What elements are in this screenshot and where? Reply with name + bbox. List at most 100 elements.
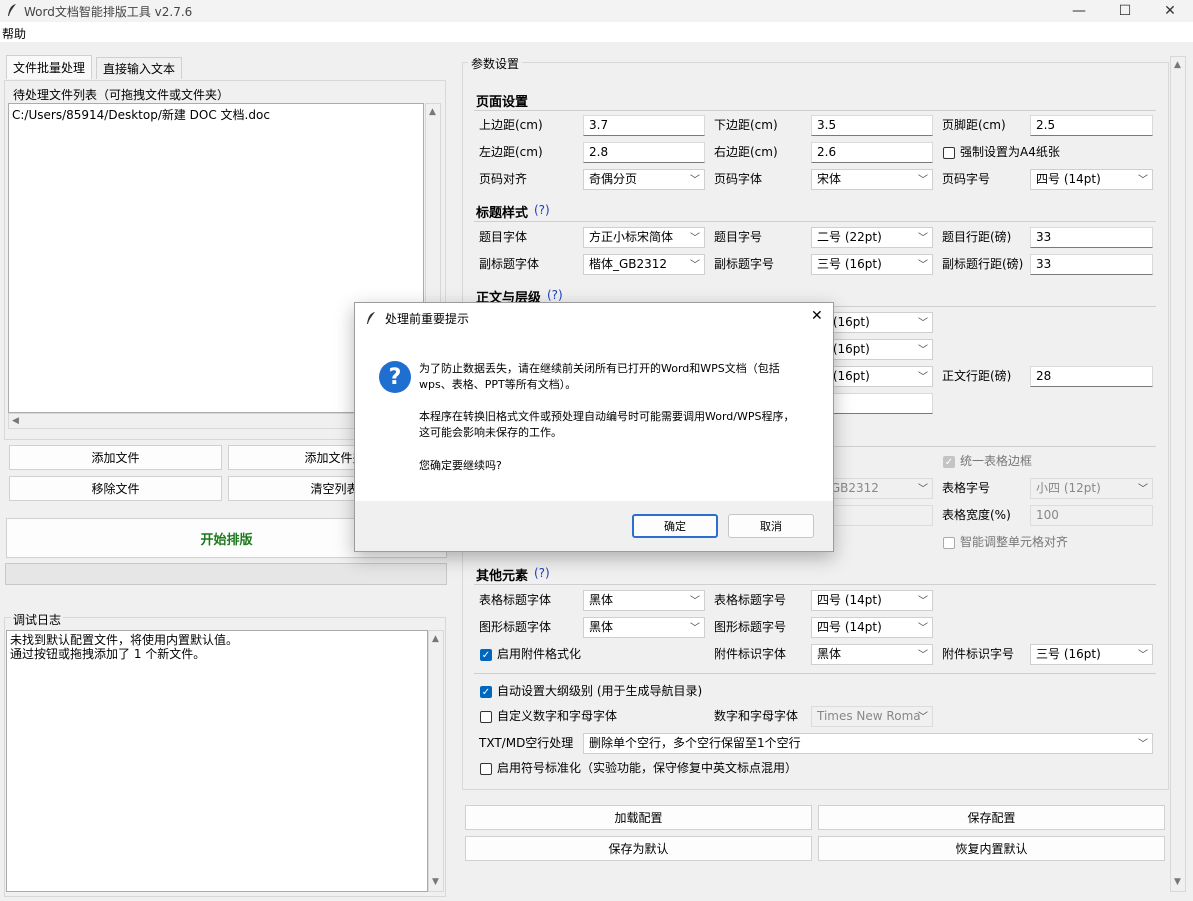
unify-border-checkbox[interactable]: ✓ xyxy=(943,456,955,468)
figure-title-font-select[interactable]: 黑体 ﹀ xyxy=(583,617,705,638)
remove-file-button[interactable]: 移除文件 xyxy=(9,476,222,501)
section-other: 其他元素 xyxy=(476,569,529,584)
chevron-down-icon: ﹀ xyxy=(918,175,928,186)
select-value: 方正小标宋简体 xyxy=(589,230,674,244)
save-config-button[interactable]: 保存配置 xyxy=(818,805,1165,830)
scroll-left-icon[interactable]: ◀ xyxy=(12,416,19,426)
feather-icon xyxy=(367,312,375,324)
load-config-button[interactable]: 加载配置 xyxy=(465,805,812,830)
left-margin-input[interactable]: 2.8 xyxy=(583,142,705,163)
page-num-font-select[interactable]: 宋体 ﹀ xyxy=(811,169,933,190)
tab-batch[interactable]: 文件批量处理 xyxy=(6,55,93,79)
minimize-icon: — xyxy=(1072,3,1086,19)
chevron-down-icon: ﹀ xyxy=(918,260,928,271)
tab-direct-input[interactable]: 直接输入文本 xyxy=(96,57,183,79)
chevron-down-icon: ﹀ xyxy=(1138,175,1148,186)
scroll-down-icon[interactable]: ▼ xyxy=(1174,877,1181,887)
close-button[interactable]: ✕ xyxy=(1147,0,1193,22)
other-help-link[interactable]: (?) xyxy=(534,566,550,580)
attachment-format-checkbox[interactable]: ✓ xyxy=(480,649,492,661)
save-default-button[interactable]: 保存为默认 xyxy=(465,836,812,861)
log-text[interactable]: 未找到默认配置文件，将使用内置默认值。 通过按钮或拖拽添加了 1 个新文件。 xyxy=(6,630,428,892)
bottom-margin-label: 下边距(cm) xyxy=(714,118,778,132)
force-a4-checkbox[interactable] xyxy=(943,147,955,159)
list-item[interactable]: C:/Users/85914/Desktop/新建 DOC 文档.doc xyxy=(12,106,420,123)
minimize-button[interactable]: — xyxy=(1056,0,1102,22)
attachment-font-label: 附件标识字体 xyxy=(714,647,787,661)
chevron-down-icon: ﹀ xyxy=(1138,739,1148,750)
right-margin-input[interactable]: 2.6 xyxy=(811,142,933,163)
section-heading: 标题样式 xyxy=(476,206,529,221)
title-font-label: 题目字体 xyxy=(479,230,528,244)
custom-alnum-checkbox[interactable] xyxy=(480,711,492,723)
page-num-size-select[interactable]: 四号 (14pt) ﹀ xyxy=(1030,169,1153,190)
select-value: 楷体_GB2312 xyxy=(589,257,668,271)
smart-align-checkbox[interactable] xyxy=(943,537,955,549)
table-width-input[interactable]: 100 xyxy=(1030,505,1153,526)
table-size-select[interactable]: 小四 (12pt) ﹀ xyxy=(1030,478,1153,499)
settings-label: 参数设置 xyxy=(468,55,523,72)
ok-button[interactable]: 确定 xyxy=(632,514,718,538)
dialog-title-bar: 处理前重要提示 ✕ xyxy=(355,303,833,333)
select-value: 奇偶分页 xyxy=(589,172,638,186)
cancel-button[interactable]: 取消 xyxy=(728,514,814,538)
blank-line-label: TXT/MD空行处理 xyxy=(479,736,574,750)
menu-bar xyxy=(0,22,1193,42)
title-spacing-input[interactable]: 33 xyxy=(1030,227,1153,248)
body-help-link[interactable]: (?) xyxy=(547,288,563,302)
divider xyxy=(474,673,1156,674)
scroll-up-icon[interactable]: ▲ xyxy=(1174,60,1181,70)
unify-border-label: 统一表格边框 xyxy=(960,454,1033,468)
select-value: Times New Roma xyxy=(817,709,921,723)
subtitle-size-select[interactable]: 三号 (16pt) ﹀ xyxy=(811,254,933,275)
divider xyxy=(474,110,1156,111)
table-title-size-select[interactable]: 四号 (14pt) ﹀ xyxy=(811,590,933,611)
restore-default-button[interactable]: 恢复内置默认 xyxy=(818,836,1165,861)
subtitle-font-select[interactable]: 楷体_GB2312 ﹀ xyxy=(583,254,705,275)
select-value: 黑体 xyxy=(589,620,614,634)
attachment-font-select[interactable]: 黑体 ﹀ xyxy=(811,644,933,665)
figure-title-size-select[interactable]: 四号 (14pt) ﹀ xyxy=(811,617,933,638)
chevron-down-icon: ﹀ xyxy=(918,484,928,495)
footer-margin-input[interactable]: 2.5 xyxy=(1030,115,1153,136)
maximize-icon: ☐ xyxy=(1118,3,1132,19)
heading-help-link[interactable]: (?) xyxy=(534,203,550,217)
title-spacing-label: 题目行距(磅) xyxy=(942,230,1012,244)
dialog-message-line3: 本程序在转换旧格式文件或预处理自动编号时可能需要调用Word/WPS程序， xyxy=(419,410,795,423)
page-num-size-label: 页码字号 xyxy=(942,172,991,186)
log-label: 调试日志 xyxy=(11,611,64,628)
body-spacing-input[interactable]: 28 xyxy=(1030,366,1153,387)
dialog-message-line2: wps、表格、PPT等所有文档）。 xyxy=(419,378,577,391)
maximize-button[interactable]: ☐ xyxy=(1102,0,1148,22)
blank-line-select[interactable]: 删除单个空行，多个空行保留至1个空行 ﹀ xyxy=(583,733,1153,754)
figure-title-font-label: 图形标题字体 xyxy=(479,620,552,634)
attachment-size-select[interactable]: 三号 (16pt) ﹀ xyxy=(1030,644,1153,665)
dialog-close-icon[interactable]: ✕ xyxy=(811,308,823,324)
bottom-margin-input[interactable]: 3.5 xyxy=(811,115,933,136)
title-font-select[interactable]: 方正小标宋简体 ﹀ xyxy=(583,227,705,248)
scroll-up-icon[interactable]: ▲ xyxy=(432,634,439,644)
scroll-up-icon[interactable]: ▲ xyxy=(429,107,436,117)
right-margin-label: 右边距(cm) xyxy=(714,145,778,159)
title-size-select[interactable]: 二号 (22pt) ﹀ xyxy=(811,227,933,248)
page-num-align-select[interactable]: 奇偶分页 ﹀ xyxy=(583,169,705,190)
settings-vscrollbar[interactable]: ▲ ▼ xyxy=(1170,56,1186,892)
top-margin-input[interactable]: 3.7 xyxy=(583,115,705,136)
add-file-button[interactable]: 添加文件 xyxy=(9,445,222,470)
select-value: 黑体 xyxy=(817,647,842,661)
chevron-down-icon: ﹀ xyxy=(690,260,700,271)
table-width-label: 表格宽度(%) xyxy=(942,508,1011,522)
log-vscrollbar[interactable]: ▲ ▼ xyxy=(428,630,444,892)
select-value: 三号 (16pt) xyxy=(1036,647,1101,661)
table-title-size-label: 表格标题字号 xyxy=(714,593,787,607)
alnum-font-select[interactable]: Times New Roma ﹀ xyxy=(811,706,933,727)
table-title-font-select[interactable]: 黑体 ﹀ xyxy=(583,590,705,611)
outline-checkbox[interactable]: ✓ xyxy=(480,686,492,698)
scroll-down-icon[interactable]: ▼ xyxy=(432,877,439,887)
menu-help[interactable]: 帮助 xyxy=(2,25,26,42)
subtitle-spacing-label: 副标题行距(磅) xyxy=(942,257,1024,271)
subtitle-spacing-input[interactable]: 33 xyxy=(1030,254,1153,275)
select-value: 三号 (16pt) xyxy=(817,257,882,271)
figure-title-size-label: 图形标题字号 xyxy=(714,620,787,634)
punct-checkbox[interactable] xyxy=(480,763,492,775)
